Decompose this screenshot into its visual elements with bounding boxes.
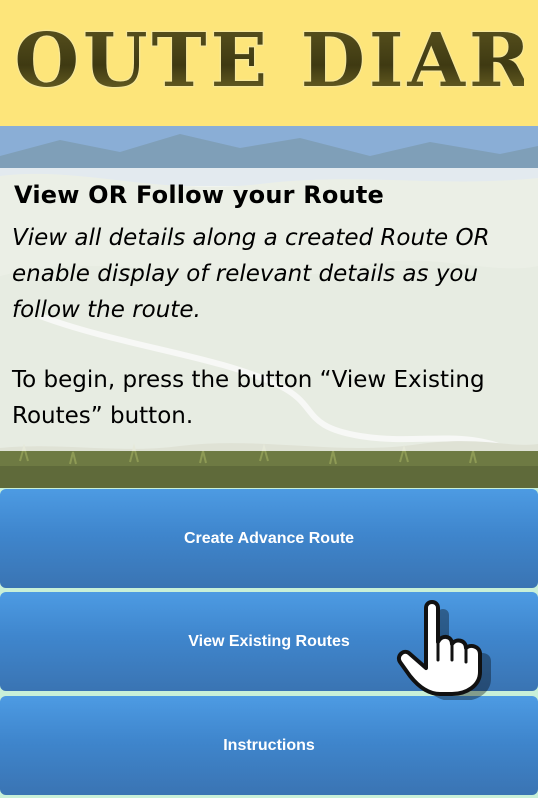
route-diary-logo: ROUTE DIARY — [0, 14, 538, 104]
info-instruction: To begin, press the button “View Existin… — [12, 367, 485, 429]
instructions-label: Instructions — [223, 736, 315, 754]
app-header: ROUTE DIARY — [0, 0, 538, 126]
logo-wordmark: ROUTE DIARY — [14, 17, 524, 104]
create-advance-route-button[interactable]: Create Advance Route — [0, 489, 538, 588]
create-advance-route-label: Create Advance Route — [183, 529, 355, 547]
logo-text: ROUTE DIARY — [14, 18, 524, 104]
info-title: View OR Follow your Route — [14, 181, 385, 209]
info-description: View all details along a created Route O… — [12, 225, 490, 323]
hand-pointer-icon — [396, 598, 496, 701]
view-existing-routes-label: View Existing Routes — [188, 632, 350, 650]
instructions-button[interactable]: Instructions — [0, 696, 538, 795]
